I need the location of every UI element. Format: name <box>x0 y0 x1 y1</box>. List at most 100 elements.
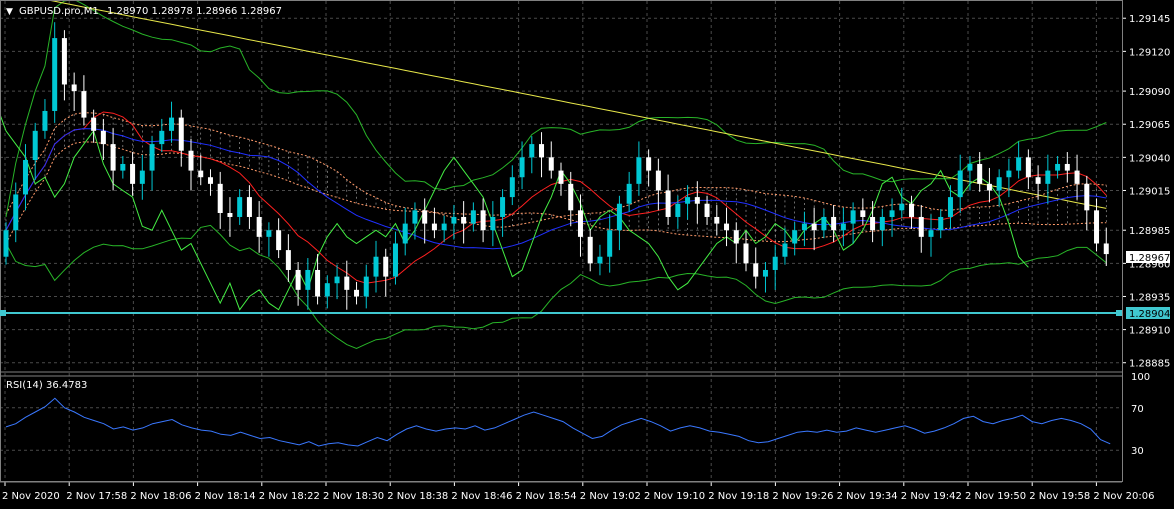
candle-body <box>587 236 593 264</box>
candle-body <box>1103 243 1109 255</box>
candle-body <box>870 216 876 231</box>
candle-body <box>801 223 807 231</box>
candle-body <box>383 256 389 277</box>
candle-body <box>169 117 175 131</box>
candle-body <box>519 157 525 178</box>
candle-body <box>811 223 817 231</box>
y-tick-label: 1.29015 <box>1129 186 1170 197</box>
y-tick-label: 1.29090 <box>1129 87 1170 98</box>
candle-body <box>753 263 759 277</box>
candle-body <box>266 230 272 237</box>
candle-body <box>1016 157 1022 171</box>
trading-chart-window[interactable]: 100 70 30 1.29145 1.29120 1.29090 1.29065 1.29… <box>0 0 1174 509</box>
y-tick-label: 1.29040 <box>1129 153 1170 164</box>
candle-body <box>1045 170 1051 184</box>
symbol-label: GBPUSD.pro,M1 <box>19 6 99 17</box>
candle-body <box>120 163 126 171</box>
candle-body <box>13 194 19 231</box>
y-tick-label: 1.29120 <box>1129 47 1170 58</box>
y-tick-label: 1.28910 <box>1129 326 1170 337</box>
candle-body <box>694 197 700 204</box>
candle-body <box>909 203 915 217</box>
candle-body <box>1064 163 1070 171</box>
x-tick-label: 2 Nov 19:18 <box>708 491 769 502</box>
candle-body <box>996 177 1002 191</box>
candle-body <box>986 183 992 191</box>
candle-body <box>548 157 554 171</box>
candle-body <box>772 256 778 270</box>
y-tick-label: 1.28985 <box>1129 226 1170 237</box>
rsi-panel: 100 70 30 <box>0 372 1150 457</box>
candle-body <box>256 216 262 237</box>
candle-body <box>422 210 428 224</box>
candle-body <box>509 177 515 198</box>
x-tick-label: 2 Nov 18:46 <box>451 491 512 502</box>
x-tick-label: 2 Nov 20:06 <box>1093 491 1154 502</box>
x-tick-label: 2 Nov 18:54 <box>516 491 577 502</box>
candle-body <box>285 250 291 270</box>
candle-body <box>217 183 223 213</box>
candle-body <box>305 269 311 290</box>
candle-body <box>977 163 983 184</box>
candle-body <box>71 84 77 92</box>
current-price-label: 1.28967 <box>1129 253 1170 264</box>
level-handle-left[interactable] <box>0 310 6 316</box>
candle-body <box>392 243 398 277</box>
candle-body <box>831 216 837 231</box>
ohlc-readout: 1.28970 1.28978 1.28966 1.28967 <box>107 6 282 17</box>
rsi-label: RSI(14) 36.4783 <box>6 380 87 391</box>
candle-body <box>636 157 642 184</box>
candle-body <box>850 210 856 224</box>
candle-body <box>334 276 340 284</box>
candle-body <box>295 269 301 290</box>
candle-body <box>470 210 476 224</box>
candle-body <box>207 177 213 184</box>
y-tick-label: 1.28935 <box>1129 292 1170 303</box>
x-tick-label: 2 Nov 19:50 <box>965 491 1026 502</box>
candle-body <box>188 150 194 171</box>
candle-body <box>792 230 798 244</box>
candle-body <box>1025 157 1031 178</box>
x-tick-label: 2 Nov 18:22 <box>259 491 320 502</box>
candle-body <box>539 144 545 158</box>
candle-body <box>967 163 973 171</box>
candle-body <box>178 117 184 151</box>
candle-body <box>42 110 48 131</box>
candle-body <box>918 216 924 237</box>
candle-body <box>139 170 145 184</box>
kijun-sen <box>5 128 1107 250</box>
candle-body <box>32 130 38 160</box>
candle-body <box>879 216 885 231</box>
candle-body <box>1055 163 1061 171</box>
bollinger-lower <box>5 224 1107 350</box>
candle-body <box>276 230 282 251</box>
candle-body <box>500 197 506 217</box>
candle-body <box>198 170 204 178</box>
candle-body <box>149 144 155 171</box>
rsi-tick-label: 100 <box>1131 372 1150 383</box>
rsi-tick-label: 70 <box>1131 404 1144 415</box>
candle-body <box>237 197 243 217</box>
candle-body <box>762 269 768 277</box>
x-tick-label: 2 Nov 19:42 <box>901 491 962 502</box>
candle-body <box>100 130 106 145</box>
x-tick-label: 2 Nov 18:30 <box>323 491 384 502</box>
x-tick-label: 2 Nov 19:26 <box>772 491 833 502</box>
y-tick-label: 1.28885 <box>1129 359 1170 370</box>
y-tick-label: 1.29145 <box>1129 14 1170 25</box>
x-tick-label: 2 Nov 18:14 <box>195 491 256 502</box>
x-tick-label: 2 Nov 19:02 <box>580 491 641 502</box>
level-handle-right[interactable] <box>1116 310 1122 316</box>
grid <box>0 1 1122 482</box>
rsi-tick-label: 30 <box>1131 446 1144 457</box>
candle-body <box>685 197 691 204</box>
candles <box>3 22 1109 310</box>
chart-canvas[interactable]: 1007030 1.291451.291201.290901.290651.29… <box>0 0 1174 509</box>
candle-body <box>110 144 116 171</box>
x-tick-label: 2 Nov 18:06 <box>130 491 191 502</box>
candle-body <box>928 230 934 237</box>
candle-body <box>889 210 895 217</box>
candle-body <box>724 223 730 231</box>
candle-body <box>568 183 574 211</box>
candle-body <box>1074 170 1080 184</box>
